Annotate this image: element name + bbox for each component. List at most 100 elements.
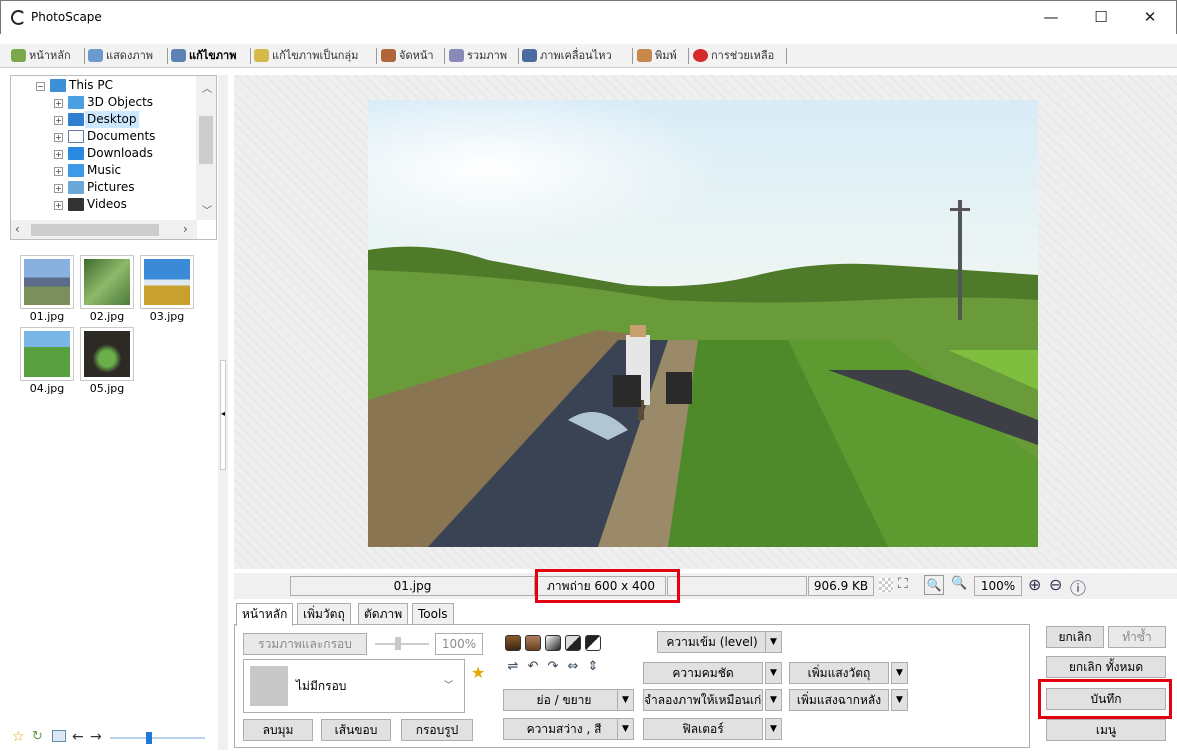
film-effect-button[interactable]: จำลองภาพให้เหมือนเก่า <box>643 689 763 711</box>
rotate-left-icon[interactable]: ↶ <box>525 659 541 675</box>
zoom-out-icon[interactable]: ⊖ <box>1049 575 1062 594</box>
tab-crop[interactable]: ตัดภาพ <box>358 603 409 625</box>
splitter-handle[interactable]: ◂ <box>220 360 226 470</box>
border-line-button[interactable]: เส้นขอบ <box>321 719 391 741</box>
transparency-icon[interactable] <box>879 578 893 592</box>
menu-animated-gif[interactable]: ภาพเคลื่อนไหว <box>521 46 612 66</box>
scroll-left-icon[interactable]: ‹ <box>15 222 20 236</box>
back-arrow-icon[interactable]: ← <box>72 729 84 745</box>
collapse-icon[interactable]: − <box>36 82 45 91</box>
zoom-in-icon[interactable]: ⊕ <box>1028 575 1041 594</box>
rotate-right-icon[interactable]: ↷ <box>545 659 561 675</box>
tree-item-desktop[interactable]: Desktop <box>85 111 139 128</box>
expand-icon[interactable]: + <box>54 133 63 142</box>
sharpen-dropdown-icon[interactable]: ▼ <box>765 662 782 684</box>
sepia-icon[interactable] <box>565 635 581 651</box>
tab-add-object[interactable]: เพิ่มวัตถุ <box>297 603 351 625</box>
actual-size-icon[interactable]: 🔍 <box>924 575 944 595</box>
tree-item-this-pc[interactable]: This PC <box>69 77 113 94</box>
thumbnail-size-slider[interactable] <box>110 737 205 739</box>
scroll-up-icon[interactable]: ︿ <box>202 80 212 95</box>
expand-icon[interactable]: + <box>54 150 63 159</box>
auto-contrast-icon[interactable] <box>525 635 541 651</box>
menu-print[interactable]: พิมพ์ <box>636 46 677 66</box>
undo-button[interactable]: ยกเลิก <box>1046 626 1104 648</box>
forward-arrow-icon[interactable]: → <box>90 729 102 745</box>
undo-all-button[interactable]: ยกเลิก ทั้งหมด <box>1046 656 1166 678</box>
straighten-icon[interactable]: ⇌ <box>505 659 521 675</box>
menu-batch-editor[interactable]: แก้ไขภาพเป็นกลุ่ม <box>253 46 358 66</box>
film-effect-dropdown-icon[interactable]: ▼ <box>765 689 782 711</box>
fit-screen-icon[interactable]: ⛶ <box>898 576 908 592</box>
maximize-button[interactable]: ☐ <box>1078 1 1124 34</box>
info-icon[interactable]: ⓘ <box>1070 575 1086 599</box>
favorite-frame-star-icon[interactable]: ★ <box>471 663 485 682</box>
tab-home[interactable]: หน้าหลัก <box>236 603 294 626</box>
menu-help[interactable]: การช่วยเหลือ <box>692 46 774 66</box>
backlight-object-dropdown-icon[interactable]: ▼ <box>891 662 908 684</box>
expand-icon[interactable]: + <box>54 116 63 125</box>
round-corners-button[interactable]: ลบมุม <box>243 719 313 741</box>
zoom-fit-icon[interactable]: 🔍 <box>951 576 967 591</box>
menu-editor[interactable]: แก้ไขภาพ <box>170 46 236 66</box>
tree-horizontal-scrollbar[interactable]: ‹ › <box>11 220 197 239</box>
thumbnail[interactable] <box>80 327 134 381</box>
scroll-down-icon[interactable]: ﹀ <box>202 202 212 217</box>
expand-icon[interactable]: + <box>54 201 63 210</box>
slider-thumb[interactable] <box>395 637 401 650</box>
tab-tools[interactable]: Tools <box>412 603 454 625</box>
frame-percent-field[interactable]: 100% <box>435 633 483 655</box>
frame-opacity-slider[interactable] <box>375 643 429 645</box>
thumbnail[interactable] <box>20 327 74 381</box>
grayscale-icon[interactable] <box>545 635 561 651</box>
level-dropdown-icon[interactable]: ▼ <box>765 631 782 653</box>
redo-button[interactable]: ทำซ้ำ <box>1108 626 1166 648</box>
tree-item-videos[interactable]: Videos <box>87 196 127 213</box>
thumbnail[interactable] <box>80 255 134 309</box>
expand-icon[interactable]: + <box>54 99 63 108</box>
collapse-left-icon[interactable]: ◂ <box>221 409 225 418</box>
thumbnail[interactable] <box>20 255 74 309</box>
backlight-object-button[interactable]: เพิ่มแสงวัตถุ <box>789 662 889 684</box>
expand-icon[interactable]: + <box>54 184 63 193</box>
flip-vertical-icon[interactable]: ⇕ <box>585 659 601 675</box>
filter-button[interactable]: ฟิลเตอร์ <box>643 718 763 740</box>
tree-item-downloads[interactable]: Downloads <box>87 145 153 162</box>
menu-page[interactable]: จัดหน้า <box>380 46 434 66</box>
flip-horizontal-icon[interactable]: ⇔ <box>565 659 581 675</box>
close-button[interactable]: ✕ <box>1127 1 1173 34</box>
tree-vertical-scrollbar[interactable]: ︿ ﹀ <box>196 76 216 220</box>
tree-item-music[interactable]: Music <box>87 162 121 179</box>
view-icon[interactable] <box>52 730 66 742</box>
tree-item-3d-objects[interactable]: 3D Objects <box>87 94 153 111</box>
favorite-star-icon[interactable]: ☆ <box>12 729 25 745</box>
menu-home[interactable]: หน้าหลัก <box>10 46 71 66</box>
slider-thumb[interactable] <box>146 732 152 744</box>
minimize-button[interactable]: — <box>1028 1 1074 34</box>
auto-level-icon[interactable] <box>505 635 521 651</box>
level-button[interactable]: ความเข้ม (level) <box>657 631 767 653</box>
backlight-background-dropdown-icon[interactable]: ▼ <box>891 689 908 711</box>
zoom-level-field[interactable]: 100% <box>974 576 1022 596</box>
tree-scroll-thumb[interactable] <box>199 116 213 164</box>
scroll-right-icon[interactable]: › <box>183 222 188 236</box>
menu-button[interactable]: เมนู <box>1046 719 1166 741</box>
tree-item-pictures[interactable]: Pictures <box>87 179 135 196</box>
brightness-color-button[interactable]: ความสว่าง , สี <box>503 718 625 740</box>
menu-viewer[interactable]: แสดงภาพ <box>87 46 153 66</box>
refresh-icon[interactable]: ↻ <box>32 729 43 744</box>
merge-frame-button[interactable]: รวมภาพและกรอบ <box>243 633 367 655</box>
tree-item-documents[interactable]: Documents <box>87 128 155 145</box>
filter-dropdown-icon[interactable]: ▼ <box>765 718 782 740</box>
folder-tree[interactable]: − This PC + 3D Objects + Desktop + Docum… <box>10 75 217 240</box>
resize-button[interactable]: ย่อ / ขยาย <box>503 689 625 711</box>
expand-icon[interactable]: + <box>54 167 63 176</box>
brightness-dropdown-icon[interactable]: ▼ <box>617 718 634 740</box>
sharpen-button[interactable]: ความคมชัด <box>643 662 763 684</box>
backlight-background-button[interactable]: เพิ่มแสงฉากหลัง <box>789 689 889 711</box>
negative-icon[interactable] <box>585 635 601 651</box>
frame-button[interactable]: กรอบรูป <box>401 719 473 741</box>
resize-dropdown-icon[interactable]: ▼ <box>617 689 634 711</box>
frame-select[interactable]: ไม่มีกรอบ ﹀ <box>243 659 465 713</box>
thumbnail[interactable] <box>140 255 194 309</box>
